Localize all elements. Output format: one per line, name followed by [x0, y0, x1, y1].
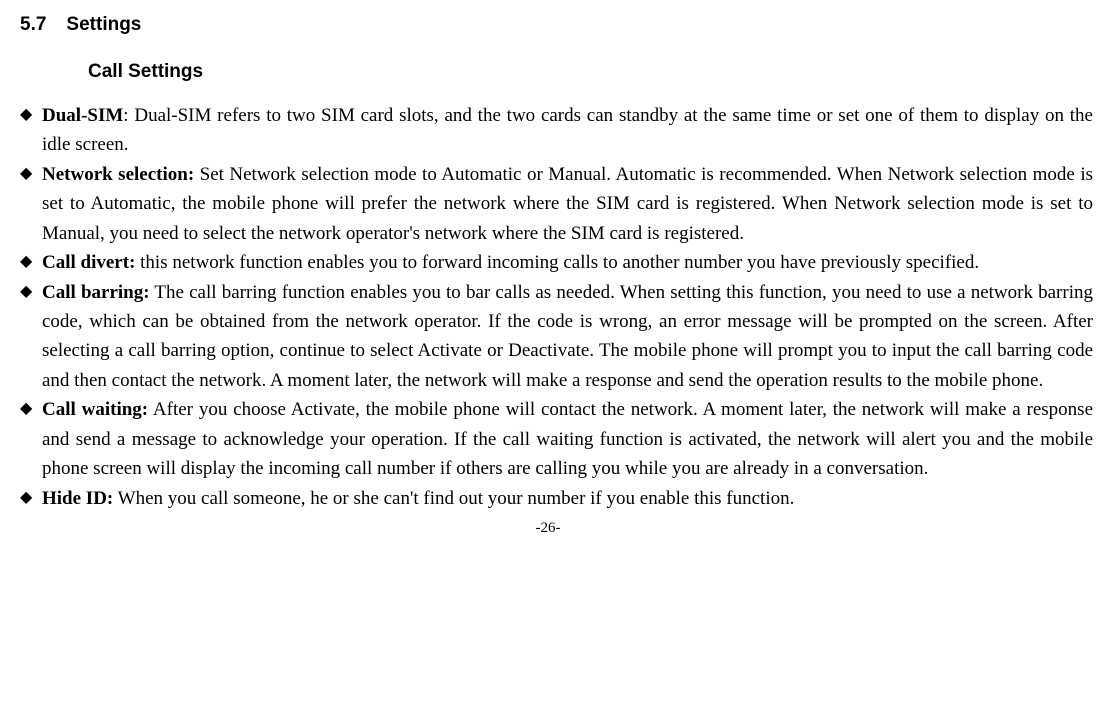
list-item: Dual-SIM: Dual-SIM refers to two SIM car…: [20, 101, 1093, 160]
bullet-list: Dual-SIM: Dual-SIM refers to two SIM car…: [0, 101, 1096, 513]
item-body: Set Network selection mode to Automatic …: [42, 164, 1093, 244]
item-title: Hide ID:: [42, 488, 113, 509]
item-title: Call waiting:: [42, 399, 148, 420]
list-item: Call barring: The call barring function …: [20, 278, 1093, 396]
item-body: this network function enables you to for…: [140, 252, 979, 273]
list-item: Call waiting: After you choose Activate,…: [20, 395, 1093, 483]
item-body: The call barring function enables you to…: [42, 282, 1093, 391]
item-body: After you choose Activate, the mobile ph…: [42, 399, 1093, 479]
section-title: Settings: [66, 10, 141, 39]
item-title: Dual-SIM: [42, 105, 123, 126]
item-body: Dual-SIM refers to two SIM card slots, a…: [42, 105, 1093, 155]
subsection-title: Call Settings: [0, 57, 1096, 86]
section-number: 5.7: [20, 10, 46, 39]
list-item: Call divert: this network function enabl…: [20, 248, 1093, 277]
list-item: Network selection: Set Network selection…: [20, 160, 1093, 248]
list-item: Hide ID: When you call someone, he or sh…: [20, 484, 1093, 513]
section-heading: 5.7 Settings: [0, 10, 1096, 39]
item-title: Call barring:: [42, 282, 150, 303]
item-separator: :: [123, 105, 134, 126]
item-body: When you call someone, he or she can't f…: [118, 488, 795, 509]
item-title: Network selection:: [42, 164, 194, 185]
page-number: -26-: [0, 517, 1096, 540]
item-title: Call divert:: [42, 252, 135, 273]
